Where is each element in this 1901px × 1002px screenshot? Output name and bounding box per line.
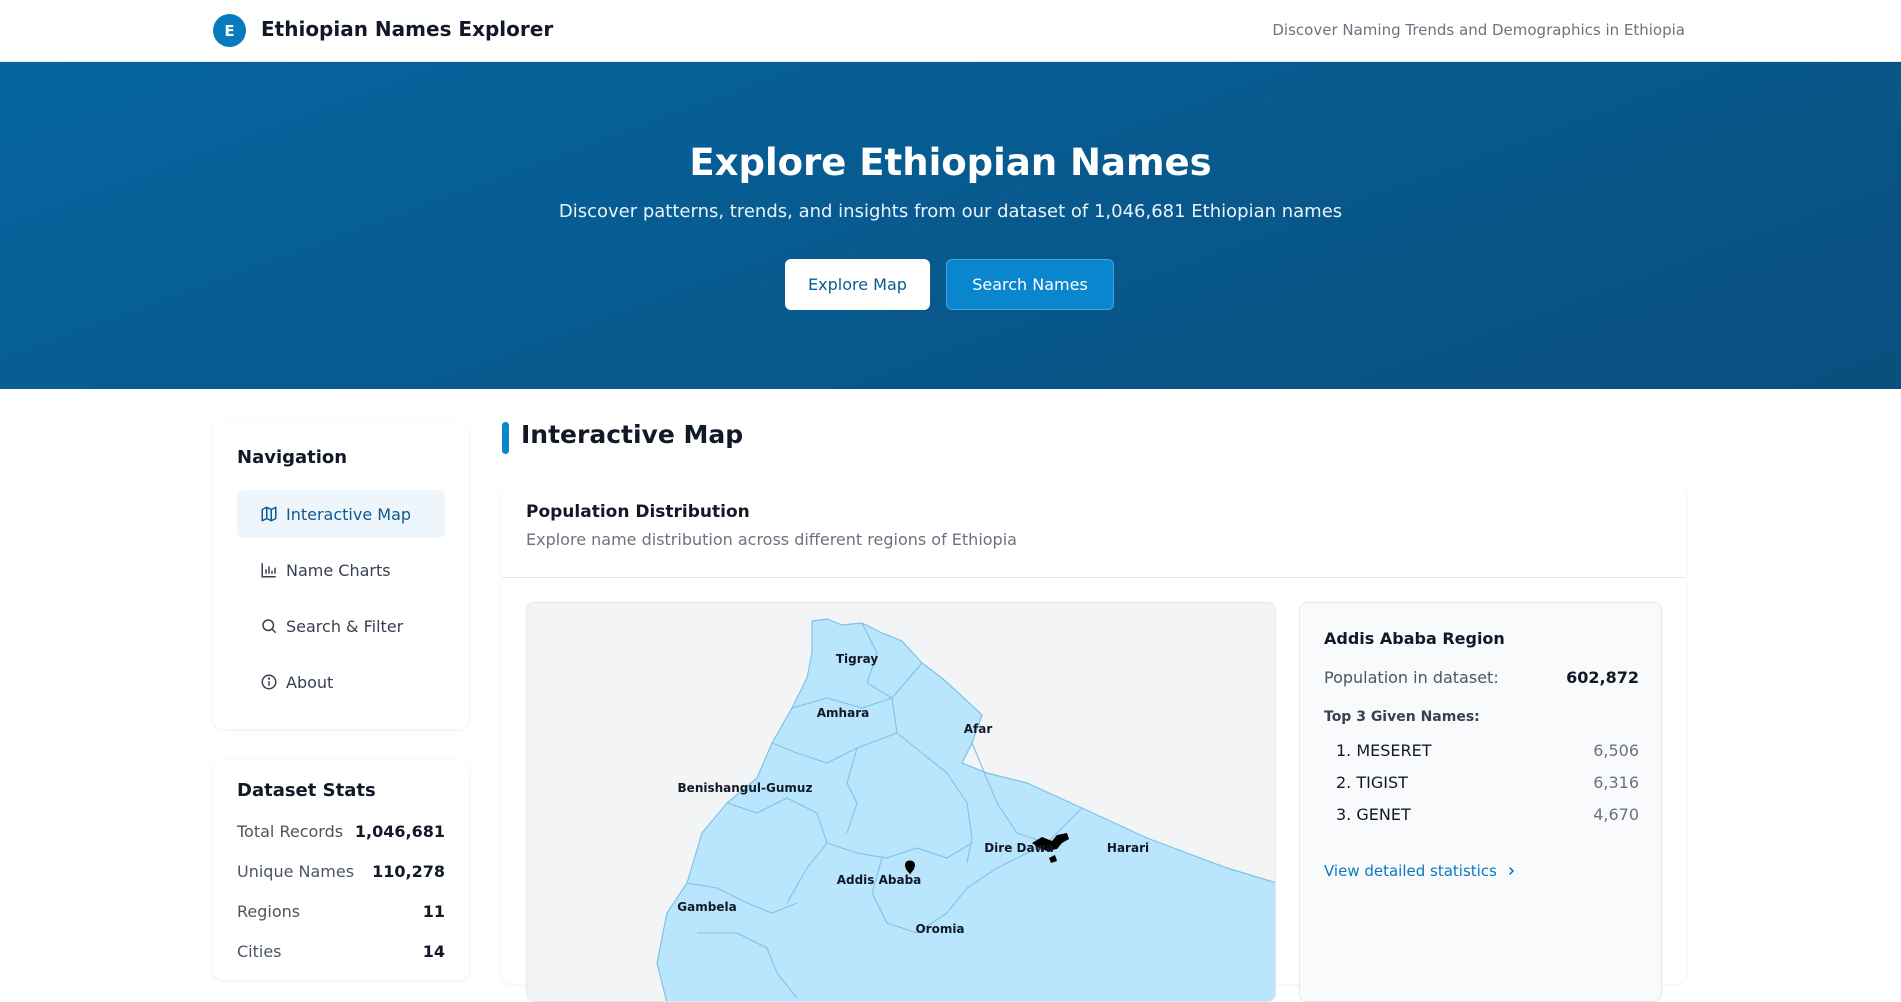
stat-value: 11: [422, 902, 445, 921]
stat-label: Cities: [237, 942, 282, 961]
logo-icon[interactable]: E: [213, 14, 246, 47]
population-distribution-card: Population Distribution Explore name dis…: [502, 484, 1686, 1002]
divider: [502, 577, 1686, 578]
top-name: 1. MESERET: [1336, 741, 1432, 760]
nav-item-label: About: [286, 672, 334, 692]
nav-item-label: Search & Filter: [286, 616, 404, 636]
nav-item-interactive-map[interactable]: Interactive Map: [237, 490, 445, 538]
stat-label: Regions: [237, 902, 301, 921]
top-name: 2. TIGIST: [1336, 773, 1408, 792]
interactive-map[interactable]: Tigray Amhara Afar Benishangul-Gumuz Dir…: [526, 602, 1276, 1002]
top-name-count: 6,316: [1593, 773, 1639, 792]
map-label-harari: Harari: [1107, 841, 1149, 855]
nav-item-name-charts[interactable]: Name Charts: [237, 546, 445, 594]
hero-banner: Explore Ethiopian Names Discover pattern…: [0, 62, 1901, 389]
region-details-panel: Addis Ababa Region Population in dataset…: [1299, 602, 1662, 1002]
nav-item-search-filter[interactable]: Search & Filter: [237, 602, 445, 650]
view-detailed-statistics-link[interactable]: View detailed statistics: [1324, 862, 1517, 880]
stat-value: 110,278: [372, 862, 445, 881]
stat-row-total-records: Total Records 1,046,681: [237, 822, 445, 841]
navigation-title: Navigation: [237, 447, 348, 468]
nav-item-label: Name Charts: [286, 560, 391, 580]
search-icon: [260, 617, 278, 635]
explore-map-button[interactable]: Explore Map: [785, 259, 930, 310]
map-label-addis-ababa: Addis Ababa: [837, 873, 922, 887]
region-population-row: Population in dataset: 602,872: [1324, 668, 1639, 687]
card-subtitle: Explore name distribution across differe…: [526, 530, 1017, 549]
navigation-card: Navigation Interactive Map Name Charts S…: [213, 422, 469, 729]
ethiopia-map[interactable]: Tigray Amhara Afar Benishangul-Gumuz Dir…: [527, 603, 1276, 1002]
map-label-benishangul-gumuz: Benishangul-Gumuz: [678, 781, 813, 795]
map-label-amhara: Amhara: [817, 706, 869, 720]
chevron-right-icon: [1505, 865, 1517, 877]
card-title: Population Distribution: [526, 502, 750, 522]
search-names-button[interactable]: Search Names: [946, 259, 1114, 310]
section-accent-bar: [502, 422, 509, 454]
top-name-count: 6,506: [1593, 741, 1639, 760]
bar-chart-icon: [260, 561, 278, 579]
population-label: Population in dataset:: [1324, 668, 1499, 687]
region-title: Addis Ababa Region: [1324, 629, 1505, 648]
stat-row-unique-names: Unique Names 110,278: [237, 862, 445, 881]
hero-title: Explore Ethiopian Names: [689, 141, 1212, 184]
top-header: E Ethiopian Names Explorer Discover Nami…: [0, 0, 1901, 62]
map-label-gambela: Gambela: [677, 900, 736, 914]
map-label-oromia: Oromia: [915, 922, 964, 936]
stat-row-regions: Regions 11: [237, 902, 445, 921]
population-value: 602,872: [1566, 668, 1639, 687]
top-name-count: 4,670: [1593, 805, 1639, 824]
map-label-dire-dawa: Dire Dawa: [984, 841, 1054, 855]
dataset-stats-title: Dataset Stats: [237, 780, 376, 801]
stat-row-cities: Cities 14: [237, 942, 445, 961]
stat-value: 1,046,681: [354, 822, 445, 841]
dataset-stats-card: Dataset Stats Total Records 1,046,681 Un…: [213, 760, 469, 980]
section-title: Interactive Map: [521, 420, 744, 449]
map-label-tigray: Tigray: [836, 652, 879, 666]
hero-subtitle: Discover patterns, trends, and insights …: [558, 201, 1343, 222]
top-name-row: 1. MESERET 6,506: [1336, 741, 1639, 760]
nav-item-about[interactable]: About: [237, 658, 445, 706]
stat-label: Unique Names: [237, 862, 355, 881]
map-label-afar: Afar: [964, 722, 993, 736]
header-tagline: Discover Naming Trends and Demographics …: [1272, 21, 1685, 39]
stat-value: 14: [422, 942, 445, 961]
top-names-label: Top 3 Given Names:: [1324, 709, 1480, 725]
info-icon: [260, 673, 278, 691]
link-label: View detailed statistics: [1324, 862, 1497, 880]
nav-item-label: Interactive Map: [286, 504, 412, 524]
top-name-row: 3. GENET 4,670: [1336, 805, 1639, 824]
stat-label: Total Records: [237, 822, 344, 841]
top-name-row: 2. TIGIST 6,316: [1336, 773, 1639, 792]
map-icon: [260, 505, 278, 523]
app-title[interactable]: Ethiopian Names Explorer: [261, 17, 553, 41]
top-name: 3. GENET: [1336, 805, 1411, 824]
